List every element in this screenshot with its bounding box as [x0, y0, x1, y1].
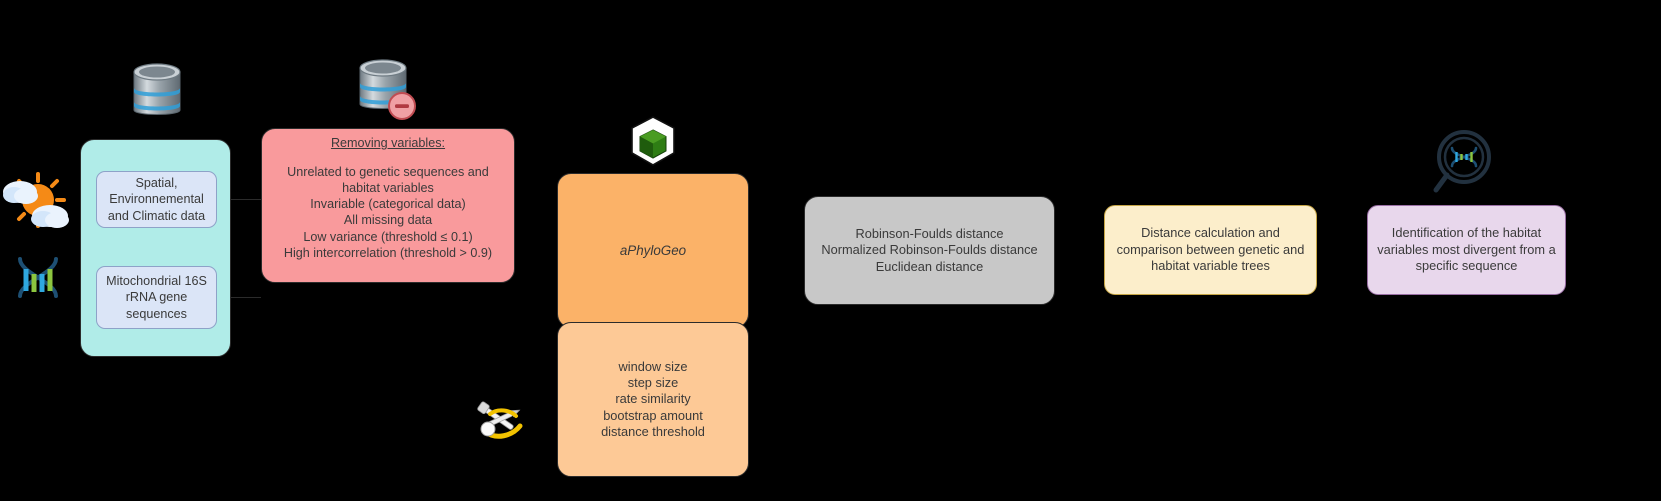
node-parameters[interactable]: window size step size rate similarity bo…: [557, 322, 749, 477]
node-spatial-environmental-climatic-data[interactable]: Spatial, Environnemental and Climatic da…: [96, 171, 217, 228]
database-remove-icon: [356, 58, 418, 120]
removing-variables-body: Unrelated to genetic sequences and habit…: [283, 165, 493, 260]
removing-variables-title: Removing variables:: [331, 135, 445, 151]
dna-helix-icon: [12, 255, 64, 300]
node-identification-habitat-variables[interactable]: Identification of the habitat variables …: [1367, 205, 1566, 295]
sun-cloud-icon: [2, 168, 74, 240]
removing-variables-title-colon: :: [441, 136, 446, 150]
node-aphylogeo[interactable]: aPhyloGeo: [557, 173, 749, 328]
node-distance-metrics[interactable]: Robinson-Foulds distance Normalized Robi…: [804, 196, 1055, 305]
diagram-canvas: Spatial, Environnemental and Climatic da…: [0, 0, 1661, 501]
magnifier-dna-icon: [1430, 127, 1502, 199]
node-mitochondrial-16s-rrna-sequences[interactable]: Mitochondrial 16S rRNA gene sequences: [96, 266, 217, 329]
tools-wrench-screwdriver-icon: [470, 396, 526, 446]
green-cube-package-icon: [629, 115, 677, 167]
removing-variables-title-text: Removing variables: [330, 136, 442, 150]
node-removing-variables[interactable]: Removing variables: Unrelated to genetic…: [261, 128, 515, 283]
node-distance-calculation-comparison[interactable]: Distance calculation and comparison betw…: [1104, 205, 1317, 295]
database-icon: [130, 62, 184, 120]
